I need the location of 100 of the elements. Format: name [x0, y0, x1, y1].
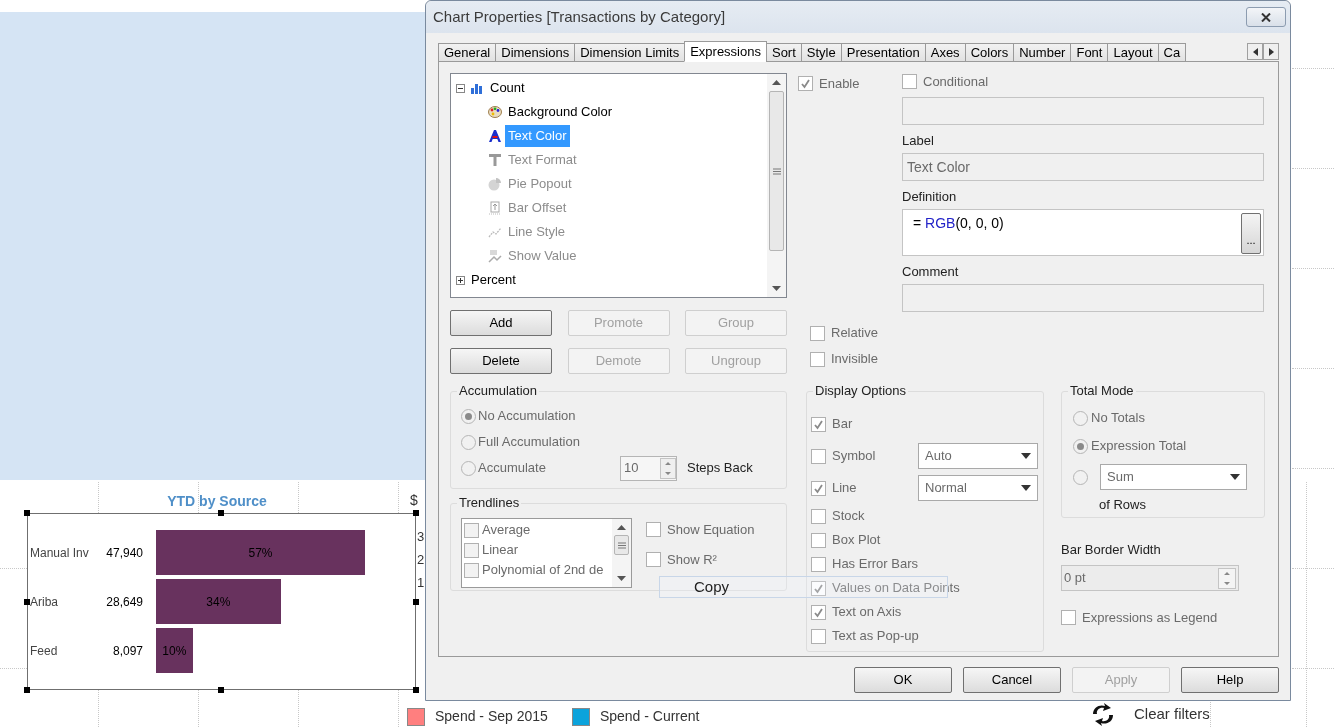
button[interactable]: Add [450, 310, 552, 336]
checkbox[interactable] [811, 604, 826, 620]
checkbox[interactable] [798, 76, 813, 92]
resize-handle[interactable] [24, 599, 30, 605]
caret-icon [1021, 453, 1031, 459]
checkbox[interactable] [811, 532, 826, 548]
dropdown[interactable]: Auto [918, 443, 1038, 469]
radio-button[interactable] [461, 434, 476, 450]
tab[interactable]: Layout [1107, 43, 1159, 62]
expression-editor-button[interactable]: ... [1241, 213, 1261, 254]
spinner-icon[interactable] [660, 457, 676, 479]
checkbox[interactable] [811, 480, 826, 496]
resize-handle[interactable] [24, 687, 30, 693]
checkbox[interactable] [811, 416, 826, 432]
list-item[interactable]: Average [482, 520, 531, 540]
tab[interactable]: Expressions [684, 41, 767, 62]
checkbox[interactable] [810, 325, 825, 341]
tab[interactable]: Ca [1157, 43, 1187, 62]
tab[interactable]: General [438, 43, 497, 62]
button[interactable]: Cancel [963, 667, 1061, 693]
check-icon [800, 78, 811, 90]
checkbox[interactable] [811, 448, 826, 464]
tab[interactable]: Number [1013, 43, 1072, 62]
list-item[interactable]: Linear [482, 540, 519, 560]
chart-title: YTD by Source [167, 494, 267, 509]
button[interactable]: Delete [450, 348, 552, 374]
spin-field[interactable]: 10 [620, 455, 677, 481]
checkbox[interactable] [811, 628, 826, 644]
resize-handle[interactable] [413, 510, 419, 516]
checkbox[interactable] [464, 522, 479, 538]
field-label: Label [902, 132, 935, 150]
checkbox[interactable] [902, 74, 917, 89]
radio-button[interactable] [1073, 469, 1088, 485]
refresh-icon[interactable] [1090, 702, 1116, 727]
text-field[interactable]: Text Color [902, 153, 1264, 181]
radio-label: Accumulate [478, 459, 547, 478]
tab[interactable]: Style [800, 43, 842, 62]
resize-handle[interactable] [218, 510, 224, 516]
dropdown[interactable]: Normal [918, 475, 1038, 501]
tab-scroll-control[interactable] [1247, 43, 1279, 60]
tab[interactable]: Axes [924, 43, 966, 62]
radio-button[interactable] [461, 408, 476, 424]
dropdown[interactable]: Sum [1100, 464, 1247, 490]
checkbox[interactable] [1061, 610, 1076, 626]
scrollbar[interactable] [612, 519, 631, 587]
checkbox[interactable] [646, 522, 661, 538]
tab[interactable]: Colors [964, 43, 1015, 62]
resize-handle[interactable] [413, 687, 419, 693]
checkbox-label: Bar [832, 415, 853, 434]
spinner-icon[interactable] [1218, 567, 1236, 589]
tab[interactable]: Dimensions [495, 43, 576, 62]
checkbox-label: Show Equation [667, 521, 755, 539]
button[interactable]: Help [1181, 667, 1279, 693]
checkbox[interactable] [811, 580, 826, 596]
tab[interactable]: Font [1070, 43, 1109, 62]
right-arrow-icon[interactable] [1268, 47, 1274, 56]
checkbox[interactable] [811, 556, 826, 572]
expand-icon[interactable] [456, 275, 465, 285]
text-format-icon [488, 153, 502, 167]
tree-item[interactable]: Percent [471, 270, 516, 290]
category-label: Manual Inv [29, 544, 90, 562]
radio-button[interactable] [461, 460, 476, 476]
checkbox[interactable] [464, 562, 479, 578]
scrollbar[interactable] [767, 74, 786, 297]
legend-label: Spend - Current [599, 707, 700, 726]
button[interactable]: OK [854, 667, 952, 693]
checkbox[interactable] [646, 551, 661, 567]
value-label: 8,097 [111, 642, 143, 660]
scroll-up-icon[interactable] [772, 80, 781, 85]
tab[interactable]: Sort [765, 43, 802, 62]
checkbox-label: Text on Axis [832, 603, 902, 622]
text-field[interactable] [902, 284, 1264, 312]
category-label: Feed [29, 642, 59, 660]
list-item[interactable]: Polynomial of 2nd de [482, 560, 604, 580]
close-button[interactable] [1246, 7, 1286, 27]
scroll-down-icon[interactable] [772, 286, 781, 291]
tab[interactable]: Dimension Limits [574, 43, 686, 62]
checkbox[interactable] [464, 542, 479, 558]
clear-filters-link[interactable]: Clear filters [1134, 703, 1210, 726]
tab[interactable]: Presentation [840, 43, 926, 62]
scroll-down-icon[interactable] [617, 576, 626, 581]
left-arrow-icon[interactable] [1252, 47, 1258, 56]
collapse-icon[interactable] [456, 83, 465, 93]
definition-field[interactable]: = RGB(0, 0, 0) ... [902, 209, 1264, 256]
radio-label: No Totals [1091, 409, 1145, 428]
spin-field[interactable]: 0 pt [1061, 565, 1239, 591]
tree-item[interactable]: Background Color [505, 101, 616, 123]
scroll-up-icon[interactable] [617, 525, 626, 530]
text-field[interactable] [902, 97, 1264, 125]
radio-button[interactable] [1073, 410, 1088, 426]
bar-chart-icon [471, 82, 484, 94]
checkbox[interactable] [811, 508, 826, 524]
resize-handle[interactable] [24, 510, 30, 516]
checkbox[interactable] [810, 351, 825, 367]
percent-label: 57% [248, 544, 273, 562]
tree-item[interactable]: Count [490, 78, 525, 98]
check-icon [813, 606, 824, 618]
radio-button[interactable] [1073, 438, 1088, 454]
resize-handle[interactable] [218, 687, 224, 693]
resize-handle[interactable] [413, 599, 419, 605]
